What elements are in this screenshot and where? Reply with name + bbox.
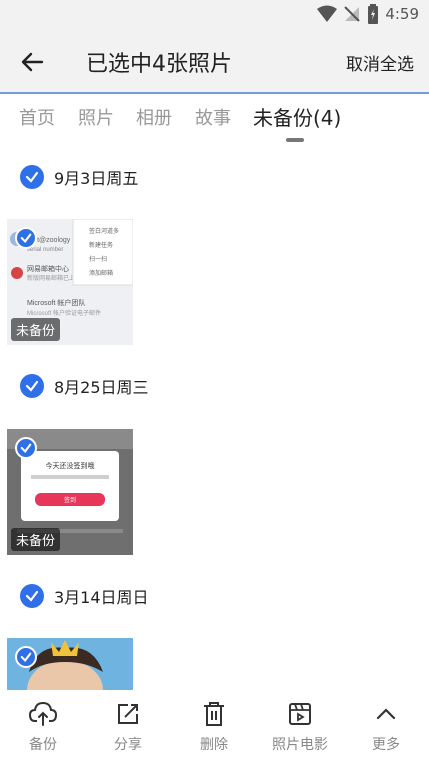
not-backed-up-badge: 未备份	[11, 528, 61, 551]
section-header[interactable]: 9月3日周五	[20, 165, 138, 189]
selected-check-icon[interactable]	[15, 227, 37, 249]
delete-button[interactable]: 删除	[178, 700, 250, 754]
movie-icon	[286, 700, 314, 728]
photo-thumbnail[interactable]	[7, 638, 133, 690]
photo-movie-label: 照片电影	[272, 737, 328, 753]
tab-photos[interactable]: 照片	[78, 104, 114, 130]
cancel-select-all-button[interactable]: 取消全选	[346, 50, 414, 75]
thumb-menu-text: 签白河道多	[89, 227, 119, 235]
status-bar: 4:59	[0, 0, 429, 28]
backup-button[interactable]: 备份	[7, 700, 79, 754]
thumb-text: serial number	[27, 247, 63, 253]
more-label: 更多	[372, 737, 400, 753]
backup-label: 备份	[29, 737, 57, 753]
arrow-left-icon	[21, 52, 44, 72]
chevron-up-icon	[372, 700, 400, 728]
more-button[interactable]: 更多	[350, 700, 422, 754]
selected-check-icon[interactable]	[15, 646, 37, 668]
battery-icon	[368, 4, 379, 24]
share-label: 分享	[114, 737, 142, 753]
tab-stories[interactable]: 故事	[195, 104, 231, 130]
section-header[interactable]: 3月14日周日	[20, 584, 149, 608]
tab-bar: 首页 照片 相册 故事 未备份(4)	[0, 96, 429, 146]
thumb-menu-text: 扫一扫	[89, 255, 107, 263]
thumb-text: Microsoft 帐户验证电子邮件	[27, 309, 101, 317]
selected-check-icon[interactable]	[15, 437, 37, 459]
section-date: 8月25日周三	[54, 378, 149, 397]
wifi-icon	[317, 5, 338, 22]
photo-movie-button[interactable]: 照片电影	[264, 700, 336, 754]
bottom-action-bar: 备份 分享 删除 照片电影 更多	[0, 690, 429, 762]
share-icon	[114, 700, 142, 728]
photo-thumbnail[interactable]: 今天还没签到哦 签到 未备份	[7, 429, 133, 555]
status-icons: 4:59	[317, 4, 419, 24]
thumb-popup-title: 今天还没签到哦	[46, 461, 95, 470]
delete-label: 删除	[200, 737, 228, 753]
not-backed-up-badge: 未备份	[11, 318, 61, 341]
tab-albums[interactable]: 相册	[136, 104, 172, 130]
section-header[interactable]: 8月25日周三	[20, 374, 149, 398]
check-icon[interactable]	[20, 165, 44, 189]
thumb-menu-text: 添加邮箱	[89, 269, 113, 277]
page-title: 已选中4张照片	[86, 52, 232, 77]
cloud-upload-icon	[29, 700, 57, 728]
check-icon[interactable]	[20, 374, 44, 398]
thumb-menu-text: 新建任务	[89, 241, 113, 249]
check-icon[interactable]	[20, 584, 44, 608]
tab-indicator	[286, 138, 304, 142]
thumb-text: 网易邮箱中心	[27, 264, 69, 273]
thumb-text: Microsoft 帐户团队	[27, 298, 85, 307]
tab-home[interactable]: 首页	[19, 104, 55, 130]
trash-icon	[200, 700, 228, 728]
tab-not-backed-up[interactable]: 未备份(4)	[253, 102, 341, 131]
status-time: 4:59	[385, 5, 419, 23]
back-button[interactable]	[16, 46, 48, 78]
share-button[interactable]: 分享	[92, 700, 164, 754]
photo-thumbnail[interactable]: port@zoology serial number 网易邮箱中心 新版网易邮箱…	[7, 219, 133, 345]
section-date: 9月3日周五	[54, 169, 139, 188]
app-bar: 已选中4张照片 取消全选	[0, 28, 429, 94]
thumb-popup-button: 签到	[64, 496, 76, 504]
section-date: 3月14日周日	[54, 588, 149, 607]
no-signal-icon	[344, 6, 361, 22]
